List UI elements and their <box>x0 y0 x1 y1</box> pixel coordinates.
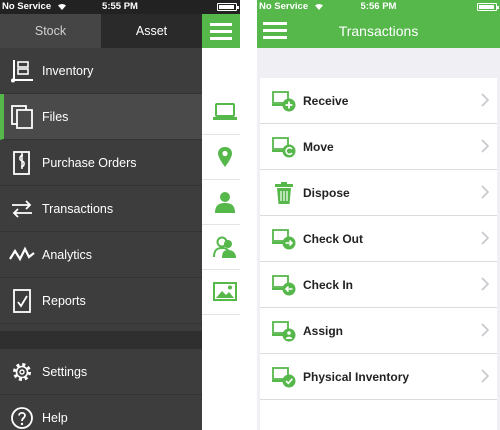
list-item-label: Receive <box>303 94 349 108</box>
drawer-tab-bar: Stock Asset <box>0 14 202 48</box>
list-item-check-out[interactable]: Check Out <box>260 216 497 262</box>
page-title: Transactions <box>338 23 419 39</box>
list-item-label: Check In <box>303 278 354 292</box>
menu-item-purchase-orders[interactable]: Purchase Orders <box>0 140 202 186</box>
list-item-assign[interactable]: Assign <box>260 308 497 354</box>
status-time: 5:55 PM <box>102 1 138 12</box>
assign-icon <box>272 321 296 342</box>
chevron-right-icon <box>481 185 489 199</box>
inventory-icon <box>11 60 33 83</box>
phone-left-menu-screen: No Service 5:55 PM Stock Asset Inventory… <box>0 0 240 430</box>
help-icon <box>11 407 33 429</box>
screenshot-stage: No Service 5:55 PM Stock Asset Inventory… <box>0 0 500 430</box>
status-bar: No Service 5:55 PM <box>0 0 240 14</box>
list-item-label: Move <box>303 140 334 154</box>
transactions-list: Receive Move Dispose Check Out Check In … <box>260 78 497 430</box>
list-item-label: Physical Inventory <box>303 370 410 384</box>
chevron-right-icon <box>481 93 489 107</box>
gear-icon <box>13 363 31 381</box>
list-item-label: Dispose <box>303 186 350 200</box>
tab-stock[interactable]: Stock <box>0 14 101 48</box>
person-icon <box>215 192 235 213</box>
background-screen-strip <box>202 14 240 430</box>
battery-icon <box>217 3 239 11</box>
image-icon <box>213 282 237 301</box>
list-item-label: Assign <box>303 324 344 338</box>
menu-item-settings[interactable]: Settings <box>0 349 202 395</box>
background-list-row[interactable] <box>202 90 240 135</box>
list-item-label: Check Out <box>303 232 364 246</box>
list-item-dispose[interactable]: Dispose <box>260 170 497 216</box>
laptop-icon <box>213 103 237 120</box>
status-bar: No Service 5:56 PM <box>257 0 500 14</box>
chevron-right-icon <box>481 369 489 383</box>
reports-icon <box>13 289 31 313</box>
list-item-move[interactable]: Move <box>260 124 497 170</box>
nav-bar: Transactions <box>257 14 500 48</box>
hamburger-menu-button[interactable] <box>202 14 240 48</box>
analytics-icon <box>9 246 35 262</box>
background-list-row[interactable] <box>202 225 240 270</box>
menu-item-label: Inventory <box>42 64 94 78</box>
menu-item-analytics[interactable]: Analytics <box>0 232 202 278</box>
trash-icon <box>275 182 293 204</box>
chevron-right-icon <box>481 231 489 245</box>
check-in-icon <box>272 275 296 296</box>
background-list-row[interactable] <box>202 135 240 180</box>
move-icon <box>272 137 296 158</box>
battery-icon <box>477 3 499 11</box>
navigation-drawer: Stock Asset Inventory Files Purchase Ord… <box>0 14 202 430</box>
hamburger-icon <box>210 23 232 40</box>
menu-item-transactions[interactable]: Transactions <box>0 186 202 232</box>
list-item-receive[interactable]: Receive <box>260 78 497 124</box>
menu-item-files[interactable]: Files <box>0 94 202 140</box>
menu-item-help[interactable]: Help <box>0 395 202 430</box>
receive-icon <box>272 91 296 112</box>
phone-right-transactions-screen: No Service 5:56 PM Transactions Receive <box>257 0 500 430</box>
list-item-physical-inventory[interactable]: Physical Inventory <box>260 354 497 400</box>
menu-item-label: Purchase Orders <box>42 156 137 170</box>
transactions-icon <box>12 200 32 218</box>
files-icon <box>11 105 33 129</box>
drawer-divider <box>0 331 202 349</box>
check-out-icon <box>272 229 296 250</box>
physical-inventory-icon <box>272 367 296 388</box>
status-time: 5:56 PM <box>360 1 397 12</box>
map-pin-icon <box>218 147 232 167</box>
menu-item-label: Settings <box>42 365 88 379</box>
purchase-orders-icon <box>13 151 30 175</box>
chevron-right-icon <box>481 277 489 291</box>
menu-item-label: Transactions <box>42 202 114 216</box>
menu-item-reports[interactable]: Reports <box>0 278 202 324</box>
menu-item-inventory[interactable]: Inventory <box>0 48 202 94</box>
menu-item-label: Help <box>42 411 68 425</box>
menu-item-label: Analytics <box>42 248 93 262</box>
people-icon <box>213 236 236 258</box>
chevron-right-icon <box>481 139 489 153</box>
chevron-right-icon <box>481 323 489 337</box>
list-item-check-in[interactable]: Check In <box>260 262 497 308</box>
menu-item-label: Files <box>42 110 69 124</box>
tab-asset[interactable]: Asset <box>101 14 202 48</box>
background-list-row[interactable] <box>202 180 240 225</box>
background-list-row[interactable] <box>202 270 240 315</box>
menu-item-label: Reports <box>42 294 86 308</box>
